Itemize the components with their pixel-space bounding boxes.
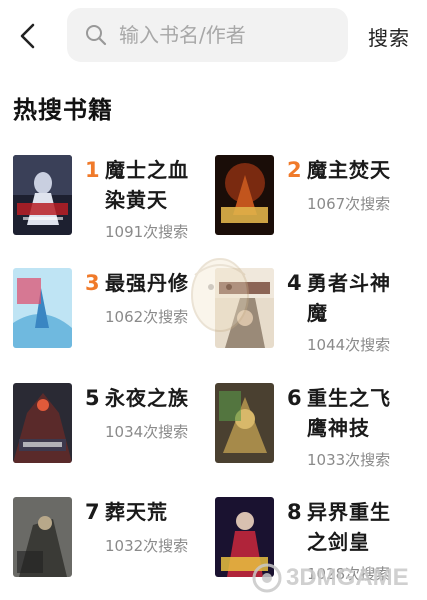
rank-number: 1 (85, 158, 100, 182)
book-item-6[interactable]: 6 重生之飞鹰神技 1033次搜索 (215, 383, 415, 483)
watermark-text: 3DMGAME (286, 564, 409, 591)
search-icon (85, 24, 107, 46)
book-item-1[interactable]: 1 魔士之血染黄天 1091次搜索 (13, 155, 213, 255)
search-count: 1067次搜索 (307, 195, 391, 213)
rank-number: 3 (85, 271, 100, 295)
book-cover (215, 155, 274, 235)
book-item-7[interactable]: 7 葬天荒 1032次搜索 (13, 497, 213, 597)
book-item-2[interactable]: 2 魔主焚天 1067次搜索 (215, 155, 415, 255)
rank-number: 7 (85, 500, 100, 524)
book-item-5[interactable]: 5 永夜之族 1034次搜索 (13, 383, 213, 483)
back-button[interactable] (10, 18, 46, 54)
search-count: 1044次搜索 (307, 336, 391, 354)
search-count: 1062次搜索 (105, 308, 189, 326)
rank-number: 6 (287, 386, 302, 410)
search-box[interactable] (67, 8, 348, 62)
search-count: 1034次搜索 (105, 423, 189, 441)
book-cover (13, 155, 72, 235)
search-count: 1032次搜索 (105, 537, 189, 555)
book-cover (13, 383, 72, 463)
book-title: 永夜之族 (105, 386, 189, 410)
rank-number: 2 (287, 158, 302, 182)
rank-number: 5 (85, 386, 100, 410)
book-title: 重生之飞鹰神技 (307, 386, 391, 440)
book-item-3[interactable]: 3 最强丹修 1062次搜索 (13, 268, 213, 368)
search-input[interactable] (119, 23, 319, 47)
search-count: 1091次搜索 (105, 223, 189, 241)
search-button[interactable]: 搜索 (368, 22, 410, 51)
book-title: 魔主焚天 (307, 158, 391, 182)
watermark-logo-icon (252, 563, 282, 593)
rank-number: 4 (287, 271, 302, 295)
top-bar: 搜索 (0, 0, 427, 72)
book-title: 异界重生之剑皇 (307, 500, 391, 554)
book-cover (13, 268, 72, 348)
section-title: 热搜书籍 (13, 96, 113, 124)
mascot-watermark-icon (191, 258, 249, 332)
book-cover (13, 497, 72, 577)
book-cover (215, 383, 274, 463)
site-watermark: 3DMGAME (252, 560, 422, 596)
rank-number: 8 (287, 500, 302, 524)
search-count: 1033次搜索 (307, 451, 391, 469)
book-title: 勇者斗神魔 (307, 271, 391, 325)
book-title: 魔士之血染黄天 (105, 158, 189, 212)
chevron-left-icon (20, 23, 35, 49)
book-title: 葬天荒 (105, 500, 168, 524)
